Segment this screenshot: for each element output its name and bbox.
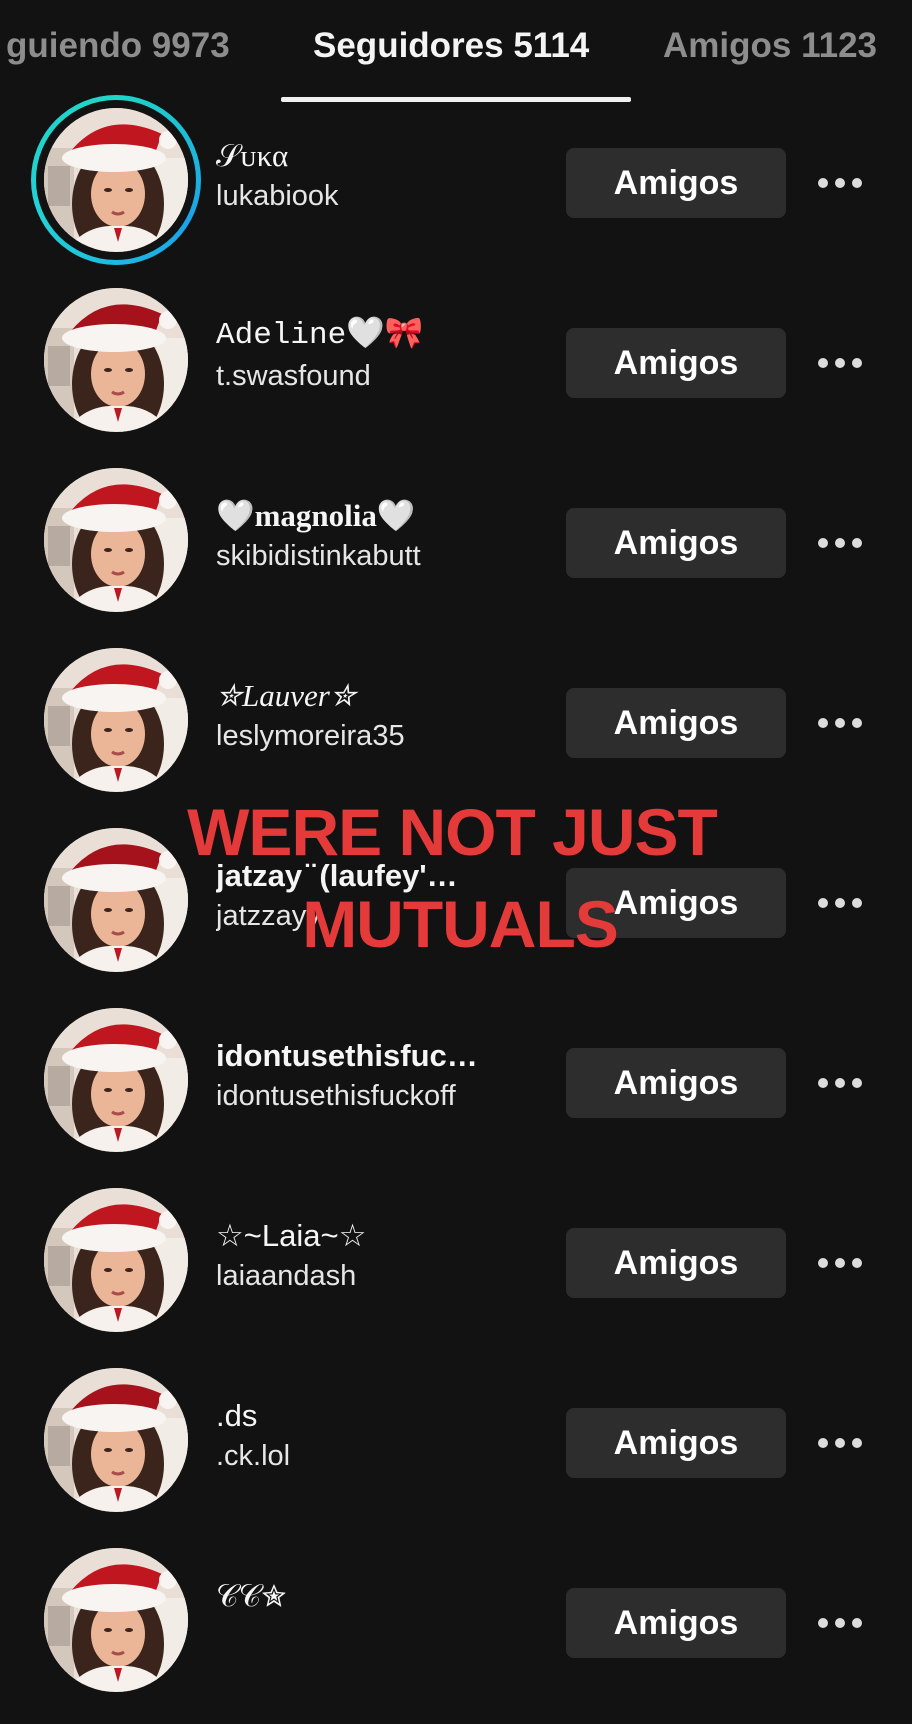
more-options-icon[interactable]	[812, 1429, 868, 1457]
avatar-photo	[44, 1548, 188, 1692]
more-options-icon[interactable]	[812, 889, 868, 917]
more-options-icon[interactable]	[812, 169, 868, 197]
avatar[interactable]	[44, 1008, 188, 1152]
follower-names: idontusethisfuc… idontusethisfuckoff	[216, 1036, 531, 1116]
display-name: Adeline🤍🎀	[216, 318, 424, 353]
display-name: ☆~Laia~☆	[216, 1218, 367, 1253]
avatar[interactable]	[44, 1368, 188, 1512]
username: .ck.lol	[216, 1440, 291, 1472]
friends-button[interactable]: Amigos	[566, 1048, 786, 1118]
username: idontusethisfuckoff	[216, 1080, 456, 1112]
display-name: jatzay ̈ (laufey'…	[216, 858, 458, 893]
more-options-icon[interactable]	[812, 1609, 868, 1637]
display-name: idontusethisfuc…	[216, 1038, 478, 1073]
username: skibidistinkabutt	[216, 540, 421, 572]
avatar-photo	[44, 1008, 188, 1152]
avatar[interactable]	[44, 468, 188, 612]
display-name: ✮Lauver✮	[216, 678, 356, 713]
avatar[interactable]	[44, 648, 188, 792]
follower-row[interactable]: .ds .ck.lol Amigos	[0, 1364, 912, 1544]
display-name: 𝒞𝒞✮	[216, 1578, 287, 1613]
active-tab-indicator	[281, 97, 631, 102]
friends-button[interactable]: Amigos	[566, 328, 786, 398]
username: lukabiook	[216, 180, 339, 212]
username: leslymoreira35	[216, 720, 405, 752]
follower-row[interactable]: 🤍magnolia🤍 skibidistinkabutt Amigos	[0, 464, 912, 644]
follower-names: .ds .ck.lol	[216, 1396, 531, 1476]
follow-tabs: guiendo 9973 Seguidores 5114 Amigos 1123	[0, 0, 912, 104]
display-name: 🤍magnolia🤍	[216, 498, 416, 533]
follower-names: ☆~Laia~☆ laiaandash	[216, 1216, 531, 1296]
friends-button[interactable]: Amigos	[566, 1228, 786, 1298]
follower-names: jatzay ̈ (laufey'… jatzzayy	[216, 856, 531, 936]
avatar[interactable]	[44, 1188, 188, 1332]
avatar[interactable]	[44, 1548, 188, 1692]
more-options-icon[interactable]	[812, 1249, 868, 1277]
tab-followers[interactable]: Seguidores 5114	[313, 26, 589, 66]
follower-names: 𝒮ᴜκα lukabiook	[216, 136, 531, 216]
avatar[interactable]	[44, 828, 188, 972]
username: laiaandash	[216, 1260, 357, 1292]
avatar-photo	[44, 288, 188, 432]
avatar-photo	[44, 468, 188, 612]
avatar-photo	[44, 828, 188, 972]
friends-button[interactable]: Amigos	[566, 148, 786, 218]
avatar[interactable]	[31, 95, 201, 265]
display-name: .ds	[216, 1398, 258, 1433]
avatar[interactable]	[44, 288, 188, 432]
follower-row[interactable]: ✮Lauver✮ leslymoreira35 Amigos	[0, 644, 912, 824]
more-options-icon[interactable]	[812, 349, 868, 377]
avatar-photo	[44, 648, 188, 792]
follower-row[interactable]: ☆~Laia~☆ laiaandash Amigos	[0, 1184, 912, 1364]
avatar-photo	[44, 108, 188, 252]
follower-row[interactable]: Adeline🤍🎀 t.swasfound Amigos	[0, 284, 912, 464]
friends-button[interactable]: Amigos	[566, 868, 786, 938]
more-options-icon[interactable]	[812, 529, 868, 557]
friends-button[interactable]: Amigos	[566, 508, 786, 578]
username: jatzzayy	[216, 900, 321, 932]
follower-row[interactable]: idontusethisfuc… idontusethisfuckoff Amigo…	[0, 1004, 912, 1184]
tab-following[interactable]: guiendo 9973	[6, 26, 230, 66]
avatar-photo	[44, 1368, 188, 1512]
follower-names: 🤍magnolia🤍 skibidistinkabutt	[216, 496, 531, 576]
more-options-icon[interactable]	[812, 1069, 868, 1097]
follower-names: Adeline🤍🎀 t.swasfound	[216, 316, 531, 396]
avatar-photo	[44, 1188, 188, 1332]
display-name: 𝒮ᴜκα	[216, 138, 289, 173]
friends-button[interactable]: Amigos	[566, 1408, 786, 1478]
follower-names: ✮Lauver✮ leslymoreira35	[216, 676, 531, 756]
follower-row[interactable]: 𝒞𝒞✮ Amigos	[0, 1544, 912, 1724]
follower-row[interactable]: jatzay ̈ (laufey'… jatzzayy Amigos	[0, 824, 912, 1004]
more-options-icon[interactable]	[812, 709, 868, 737]
tab-friends[interactable]: Amigos 1123	[663, 26, 877, 66]
follower-names: 𝒞𝒞✮	[216, 1576, 531, 1616]
follower-row[interactable]: 𝒮ᴜκα lukabiook Amigos	[0, 95, 912, 284]
username: t.swasfound	[216, 360, 371, 392]
friends-button[interactable]: Amigos	[566, 688, 786, 758]
friends-button[interactable]: Amigos	[566, 1588, 786, 1658]
